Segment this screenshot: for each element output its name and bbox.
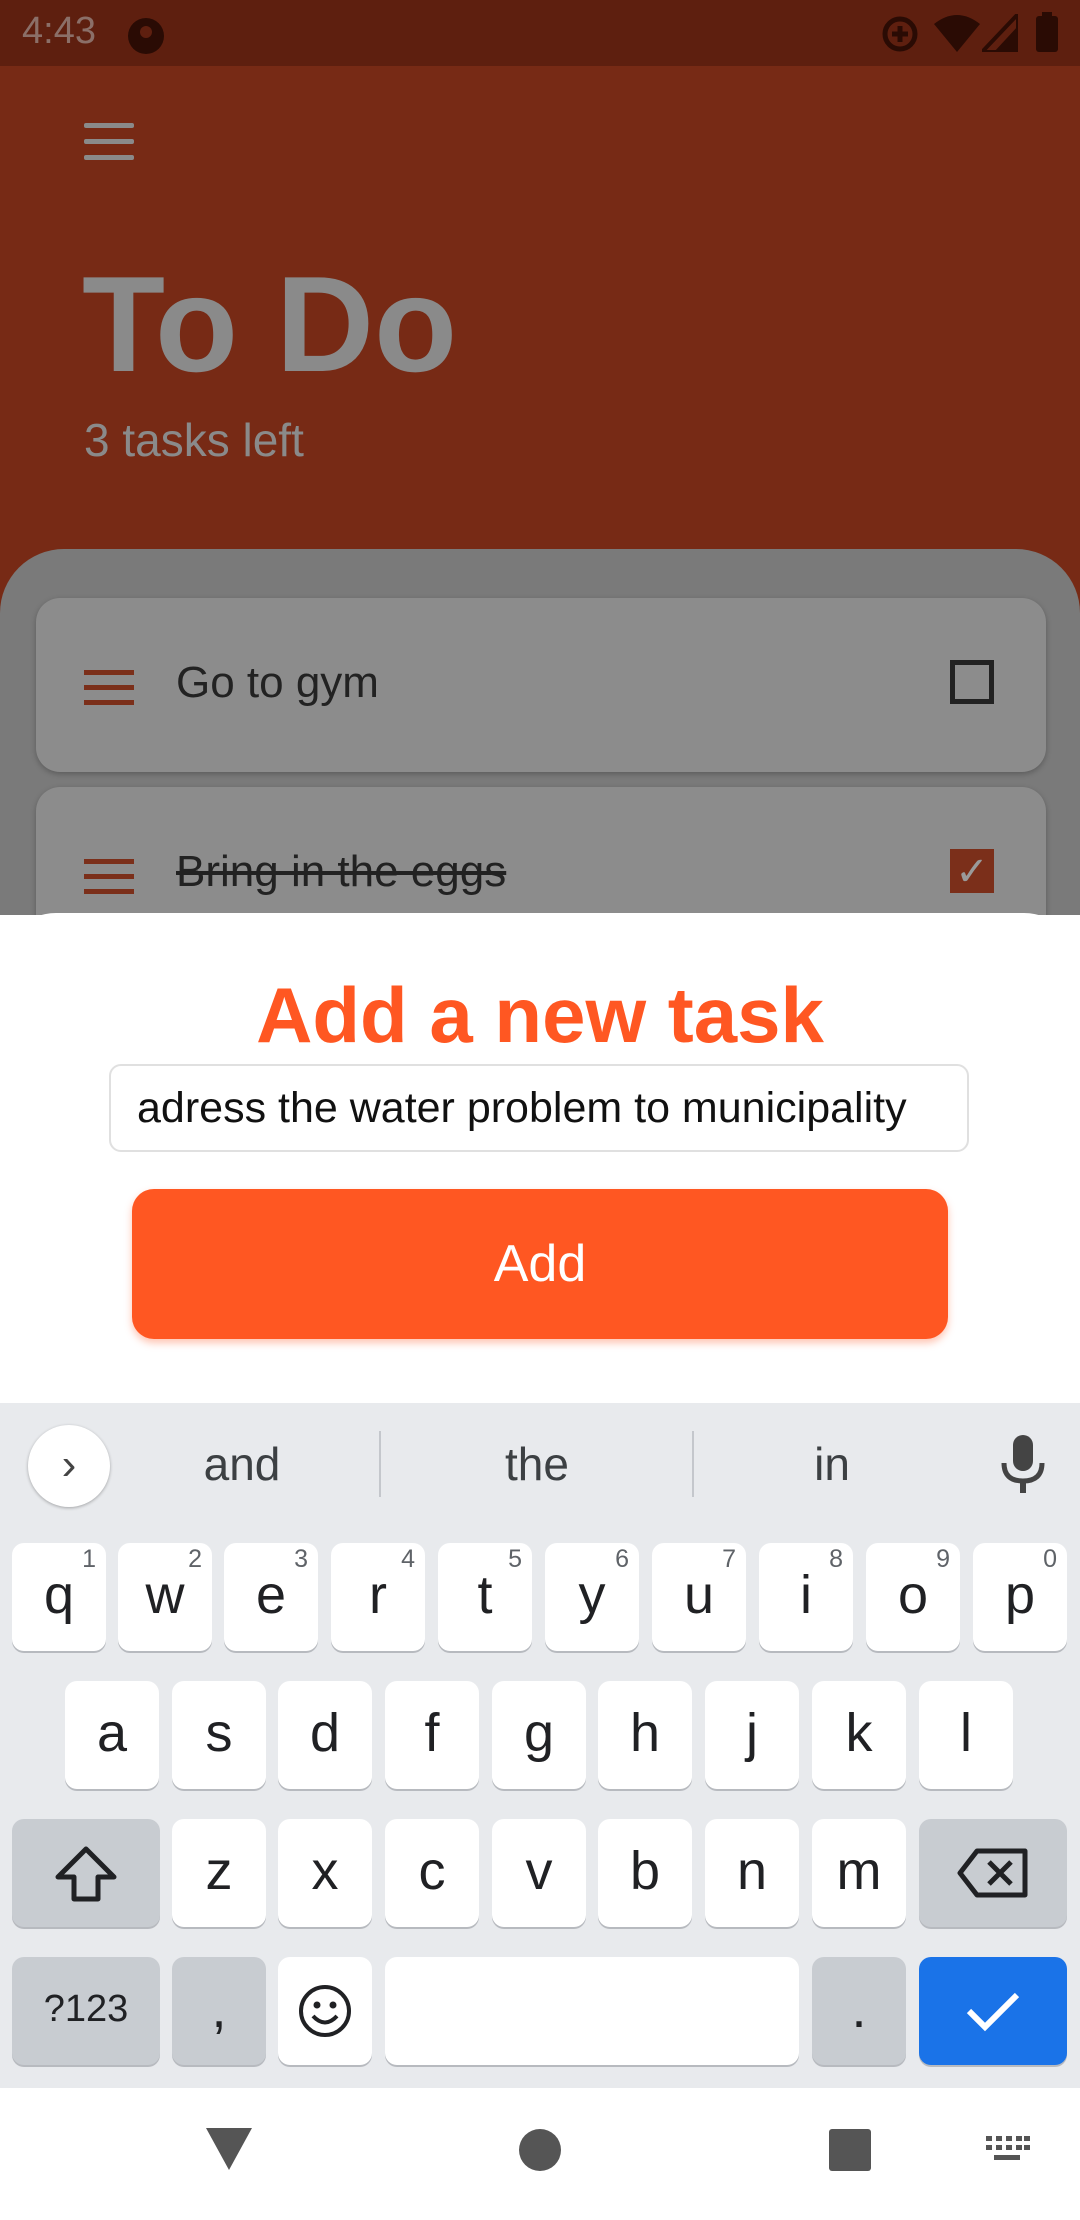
battery-icon xyxy=(1036,12,1058,52)
key-label: w xyxy=(145,1565,185,1625)
symbols-key[interactable]: ?123 xyxy=(12,1957,160,2065)
app-background: 4:43 To Do 3 tasks left Go to gym Bring … xyxy=(0,0,1080,915)
emoji-icon xyxy=(299,1985,351,2037)
emoji-key[interactable] xyxy=(278,1957,372,2065)
key-label: o xyxy=(897,1565,929,1625)
task-list: Go to gym Bring in the eggs ✓ xyxy=(0,549,1080,915)
shift-key[interactable] xyxy=(12,1819,160,1927)
suggestion[interactable]: and xyxy=(97,1437,387,1491)
signal-icon xyxy=(982,14,1018,52)
period-key[interactable]: . xyxy=(812,1957,906,2065)
key-g[interactable]: g xyxy=(492,1681,586,1789)
keyboard: › and the in q1 w2 e3 r4 t5 y6 u7 i8 o9 … xyxy=(0,1403,1080,2088)
back-icon[interactable] xyxy=(206,2128,252,2170)
keyboard-icon[interactable] xyxy=(984,2134,1030,2164)
comma-key[interactable]: , xyxy=(172,1957,266,2065)
home-icon[interactable] xyxy=(518,2128,562,2172)
key-x[interactable]: x xyxy=(278,1819,372,1927)
key-hint: 9 xyxy=(936,1545,950,1573)
key-n[interactable]: n xyxy=(705,1819,799,1927)
key-hint: 4 xyxy=(401,1545,415,1573)
key-label: i xyxy=(800,1565,812,1625)
key-hint: 0 xyxy=(1043,1545,1057,1573)
key-q[interactable]: q1 xyxy=(12,1543,106,1651)
tasks-left-count: 3 tasks left xyxy=(84,414,304,466)
key-e[interactable]: e3 xyxy=(224,1543,318,1651)
task-label: Go to gym xyxy=(176,658,379,707)
wifi-icon xyxy=(934,15,980,52)
key-s[interactable]: s xyxy=(172,1681,266,1789)
backspace-icon xyxy=(957,1848,1028,1898)
key-h[interactable]: h xyxy=(598,1681,692,1789)
key-c[interactable]: c xyxy=(385,1819,479,1927)
menu-icon[interactable] xyxy=(84,123,134,161)
key-label: r xyxy=(369,1565,387,1625)
key-l[interactable]: l xyxy=(919,1681,1013,1789)
app-notification-icon xyxy=(128,18,164,54)
done-key[interactable] xyxy=(919,1957,1067,2065)
key-hint: 6 xyxy=(615,1545,629,1573)
key-label: t xyxy=(477,1565,493,1625)
key-m[interactable]: m xyxy=(812,1819,906,1927)
navigation-bar xyxy=(0,2088,1080,2220)
key-v[interactable]: v xyxy=(492,1819,586,1927)
task-item[interactable]: Bring in the eggs ✓ xyxy=(36,787,1046,915)
divider xyxy=(379,1431,381,1497)
key-label: y xyxy=(578,1565,606,1625)
task-item[interactable]: Go to gym xyxy=(36,598,1046,772)
mic-icon[interactable] xyxy=(1000,1435,1046,1495)
status-time: 4:43 xyxy=(22,10,96,52)
drag-handle-icon[interactable] xyxy=(84,670,134,715)
key-hint: 7 xyxy=(722,1545,736,1573)
key-label: p xyxy=(1004,1565,1036,1625)
suggestion[interactable]: the xyxy=(392,1437,682,1491)
checkbox-icon[interactable] xyxy=(950,660,994,704)
recents-icon[interactable] xyxy=(828,2128,872,2172)
key-p[interactable]: p0 xyxy=(973,1543,1067,1651)
backspace-key[interactable] xyxy=(919,1819,1067,1927)
key-hint: 8 xyxy=(829,1545,843,1573)
task-input[interactable] xyxy=(109,1064,969,1152)
key-b[interactable]: b xyxy=(598,1819,692,1927)
key-a[interactable]: a xyxy=(65,1681,159,1789)
key-z[interactable]: z xyxy=(172,1819,266,1927)
key-w[interactable]: w2 xyxy=(118,1543,212,1651)
key-hint: 3 xyxy=(294,1545,308,1573)
key-label: e xyxy=(255,1565,287,1625)
key-r[interactable]: r4 xyxy=(331,1543,425,1651)
key-j[interactable]: j xyxy=(705,1681,799,1789)
suggestion[interactable]: in xyxy=(687,1437,977,1491)
page-title: To Do xyxy=(82,248,458,400)
shift-icon xyxy=(55,1846,117,1902)
key-k[interactable]: k xyxy=(812,1681,906,1789)
key-hint: 5 xyxy=(508,1545,522,1573)
space-key[interactable] xyxy=(385,1957,799,2065)
key-f[interactable]: f xyxy=(385,1681,479,1789)
data-saver-icon xyxy=(882,16,918,52)
add-task-sheet: Add a new task Add xyxy=(0,913,1080,1403)
key-label: q xyxy=(43,1565,75,1625)
key-y[interactable]: y6 xyxy=(545,1543,639,1651)
task-label: Bring in the eggs xyxy=(176,847,507,896)
drag-handle-icon[interactable] xyxy=(84,859,134,904)
key-hint: 1 xyxy=(82,1545,96,1573)
key-d[interactable]: d xyxy=(278,1681,372,1789)
key-u[interactable]: u7 xyxy=(652,1543,746,1651)
sheet-title: Add a new task xyxy=(256,971,824,1059)
status-bar: 4:43 xyxy=(0,0,1080,66)
key-t[interactable]: t5 xyxy=(438,1543,532,1651)
check-icon xyxy=(966,1992,1020,2032)
key-label: u xyxy=(683,1565,715,1625)
add-button[interactable]: Add xyxy=(132,1189,948,1339)
key-i[interactable]: i8 xyxy=(759,1543,853,1651)
key-o[interactable]: o9 xyxy=(866,1543,960,1651)
key-hint: 2 xyxy=(188,1545,202,1573)
suggestion-bar: › and the in xyxy=(0,1403,1080,1523)
check-icon[interactable]: ✓ xyxy=(950,849,994,893)
